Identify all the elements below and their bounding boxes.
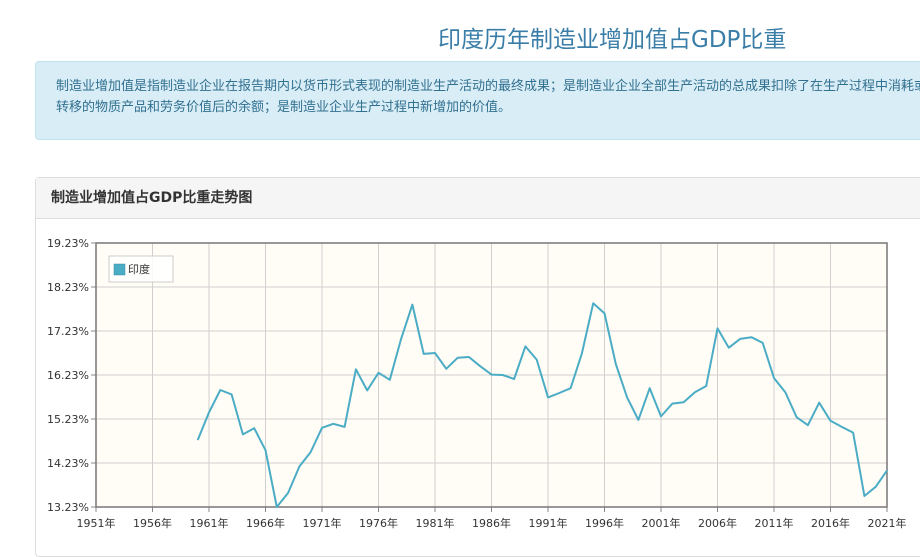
x-tick-label: 1971年 bbox=[303, 516, 342, 530]
x-tick-label: 1961年 bbox=[190, 516, 229, 530]
x-tick-label: 1991年 bbox=[529, 516, 568, 530]
x-tick-label: 2001年 bbox=[642, 516, 681, 530]
x-tick-label: 1981年 bbox=[416, 516, 455, 530]
x-tick-label: 1966年 bbox=[246, 516, 285, 530]
x-tick-label: 2011年 bbox=[755, 516, 794, 530]
x-tick-label: 2006年 bbox=[698, 516, 737, 530]
y-tick-label: 18.23% bbox=[47, 281, 89, 294]
y-tick-label: 16.23% bbox=[47, 369, 89, 382]
legend-swatch bbox=[113, 263, 126, 276]
legend-label: 印度 bbox=[128, 262, 150, 276]
x-tick-label: 1976年 bbox=[359, 516, 398, 530]
y-tick-label: 13.23% bbox=[47, 501, 89, 514]
y-tick-label: 15.23% bbox=[47, 413, 89, 426]
y-tick-label: 14.23% bbox=[47, 457, 89, 470]
x-tick-label: 1956年 bbox=[133, 516, 172, 530]
x-tick-label: 1996年 bbox=[585, 516, 624, 530]
line-chart: 19.23% 18.23% 17.23% 16.23% 15.23% 14.23% 13.2… bbox=[47, 237, 907, 530]
x-tick-label: 1951年 bbox=[77, 516, 116, 530]
y-tick-label: 19.23% bbox=[47, 237, 89, 250]
x-tick-label: 1986年 bbox=[472, 516, 511, 530]
x-tick-label: 2021年 bbox=[868, 516, 907, 530]
y-tick-label: 17.23% bbox=[47, 325, 89, 338]
x-tick-label: 2016年 bbox=[811, 516, 850, 530]
